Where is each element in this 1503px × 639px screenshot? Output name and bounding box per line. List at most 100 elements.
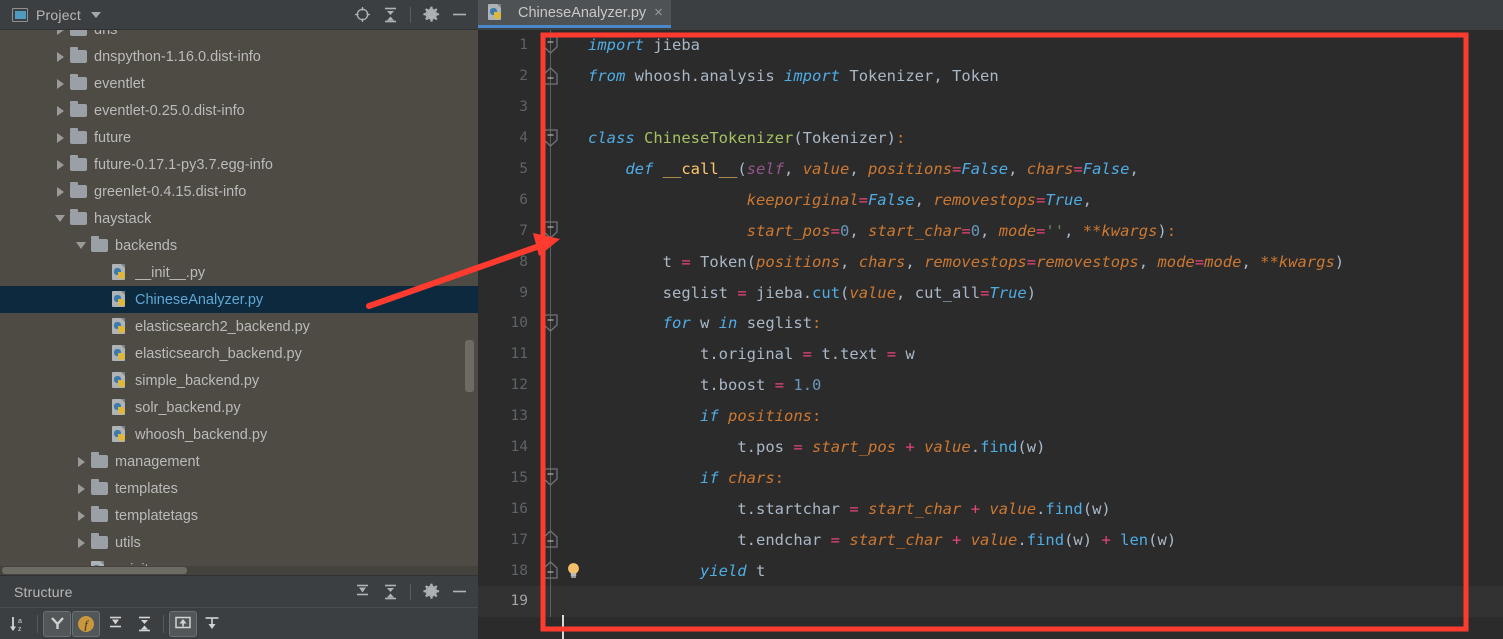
- code-text[interactable]: t.startchar = start_char + value.find(w): [588, 500, 1503, 518]
- fold-gutter[interactable]: [540, 493, 562, 525]
- intention-bulb-gutter[interactable]: [562, 184, 588, 215]
- tree-item-management[interactable]: management: [0, 448, 478, 475]
- project-tree[interactable]: dns dnspython-1.16.0.dist-info eventlet eve…: [0, 30, 478, 575]
- intention-bulb-gutter[interactable]: [562, 123, 588, 154]
- line-number[interactable]: 14: [478, 439, 540, 455]
- fold-marker-close[interactable]: [542, 530, 559, 548]
- collapse-all-icon[interactable]: [377, 3, 403, 27]
- code-line[interactable]: 2 from whoosh.analysis import Tokenizer, …: [478, 60, 1503, 92]
- editor-tab-chineseanalyzer[interactable]: ChineseAnalyzer.py ×: [478, 0, 671, 28]
- fold-gutter[interactable]: [540, 122, 562, 154]
- line-number[interactable]: 12: [478, 377, 540, 393]
- fold-gutter[interactable]: [540, 60, 562, 92]
- code-line[interactable]: 7 start_pos=0, start_char=0, mode='', **…: [478, 215, 1503, 247]
- chevron-right-icon[interactable]: [56, 30, 64, 35]
- project-tree-vertical-scrollbar[interactable]: [465, 30, 474, 575]
- fold-marker-close[interactable]: [542, 561, 559, 579]
- code-text[interactable]: for w in seglist:: [588, 314, 1503, 332]
- line-number[interactable]: 13: [478, 408, 540, 424]
- intention-bulb-gutter[interactable]: [562, 401, 588, 432]
- code-line[interactable]: 6 keeporiginal=False, removestops=True,: [478, 184, 1503, 216]
- code-line[interactable]: 16 t.startchar = start_char + value.find…: [478, 493, 1503, 525]
- code-line[interactable]: 5 def __call__(self, value, positions=Fa…: [478, 153, 1503, 185]
- tree-item-haystack[interactable]: haystack: [0, 205, 478, 232]
- show-fields-icon[interactable]: f: [72, 610, 100, 637]
- chevron-right-icon[interactable]: [56, 78, 64, 89]
- fold-gutter[interactable]: [540, 338, 562, 370]
- code-line[interactable]: 1 import jieba: [478, 30, 1503, 61]
- code-line[interactable]: 10 for w in seglist:: [478, 308, 1503, 339]
- line-number[interactable]: 18: [478, 563, 540, 579]
- fold-gutter[interactable]: [540, 246, 562, 278]
- tree-item-init-py[interactable]: __init__.py: [0, 259, 478, 286]
- intention-bulb-gutter[interactable]: [562, 432, 588, 463]
- fold-marker-open[interactable]: [542, 468, 559, 487]
- intention-bulb-gutter[interactable]: [562, 154, 588, 185]
- line-number[interactable]: 17: [478, 532, 540, 548]
- intention-bulb-gutter[interactable]: [562, 308, 588, 339]
- lightbulb-icon[interactable]: [566, 562, 581, 579]
- tree-item-eventlet[interactable]: eventlet: [0, 70, 478, 97]
- sort-alphabetically-icon[interactable]: a z: [4, 611, 32, 637]
- settings-gear-icon[interactable]: [418, 580, 444, 604]
- code-text[interactable]: start_pos=0, start_char=0, mode='', **kw…: [588, 222, 1503, 240]
- tree-item-future[interactable]: future: [0, 124, 478, 151]
- fold-marker-open[interactable]: [542, 36, 559, 54]
- code-text[interactable]: keeporiginal=False, removestops=True,: [588, 191, 1503, 209]
- chevron-right-icon[interactable]: [56, 186, 64, 197]
- fold-gutter[interactable]: [540, 462, 562, 494]
- tree-item-solr-backend-py[interactable]: solr_backend.py: [0, 394, 478, 421]
- line-number[interactable]: 11: [478, 346, 540, 362]
- line-number[interactable]: 4: [478, 130, 540, 146]
- tree-item-greenlet-0-4-15-dist-info[interactable]: greenlet-0.4.15.dist-info: [0, 178, 478, 205]
- chevron-right-icon[interactable]: [56, 51, 64, 62]
- intention-bulb-gutter[interactable]: [562, 555, 588, 586]
- fold-gutter[interactable]: [540, 586, 562, 617]
- line-number[interactable]: 10: [478, 315, 540, 331]
- tree-item-chineseanalyzer-py[interactable]: ChineseAnalyzer.py: [0, 286, 478, 313]
- fold-gutter[interactable]: [540, 30, 562, 61]
- line-number[interactable]: 15: [478, 470, 540, 486]
- code-text[interactable]: t = Token(positions, chars, removestops=…: [588, 253, 1503, 271]
- code-text[interactable]: import jieba: [588, 36, 1503, 54]
- code-text[interactable]: t.pos = start_pos + value.find(w): [588, 438, 1503, 456]
- line-number[interactable]: 9: [478, 285, 540, 301]
- code-text[interactable]: t.endchar = start_char + value.find(w) +…: [588, 531, 1503, 549]
- tree-item-dnspython-1-16-0-dist-info[interactable]: dnspython-1.16.0.dist-info: [0, 43, 478, 70]
- tree-item-templates[interactable]: templates: [0, 475, 478, 502]
- intention-bulb-gutter[interactable]: [562, 277, 588, 308]
- code-line[interactable]: 8 t = Token(positions, chars, removestop…: [478, 246, 1503, 278]
- chevron-down-icon[interactable]: [55, 215, 65, 222]
- code-line[interactable]: 18 yield t: [478, 555, 1503, 587]
- code-text[interactable]: if positions:: [588, 407, 1503, 425]
- fold-gutter[interactable]: [540, 431, 562, 463]
- fold-marker-close[interactable]: [542, 67, 559, 85]
- tree-item-dns[interactable]: dns: [0, 30, 478, 43]
- fold-gutter[interactable]: [540, 555, 562, 587]
- tree-item-whoosh-backend-py[interactable]: whoosh_backend.py: [0, 421, 478, 448]
- line-number[interactable]: 3: [478, 99, 540, 115]
- close-icon[interactable]: ×: [654, 5, 663, 20]
- line-number[interactable]: 2: [478, 68, 540, 84]
- fold-gutter[interactable]: [540, 91, 562, 123]
- intention-bulb-gutter[interactable]: [562, 30, 588, 61]
- fold-gutter[interactable]: [540, 153, 562, 185]
- locate-icon[interactable]: [349, 3, 375, 27]
- fold-marker-open[interactable]: [542, 129, 559, 147]
- intention-bulb-gutter[interactable]: [562, 370, 588, 401]
- code-text[interactable]: t.original = t.text = w: [588, 345, 1503, 363]
- code-line[interactable]: 14 t.pos = start_pos + value.find(w): [478, 431, 1503, 463]
- code-line[interactable]: 15 if chars:: [478, 462, 1503, 494]
- fold-marker-open[interactable]: [542, 314, 559, 332]
- chevron-right-icon[interactable]: [56, 159, 64, 170]
- intention-bulb-gutter[interactable]: [562, 462, 588, 493]
- code-line[interactable]: 17 t.endchar = start_char + value.find(w…: [478, 524, 1503, 556]
- line-number[interactable]: 7: [478, 223, 540, 239]
- code-text[interactable]: if chars:: [588, 469, 1503, 487]
- code-text[interactable]: class ChineseTokenizer(Tokenizer):: [588, 129, 1503, 147]
- tree-item-eventlet-0-25-0-dist-info[interactable]: eventlet-0.25.0.dist-info: [0, 97, 478, 124]
- show-inherited-icon[interactable]: [43, 610, 71, 637]
- chevron-right-icon[interactable]: [77, 510, 85, 521]
- tree-item-future-0-17-1-py3-7-egg-info[interactable]: future-0.17.1-py3.7.egg-info: [0, 151, 478, 178]
- collapse-all-icon[interactable]: [130, 611, 158, 637]
